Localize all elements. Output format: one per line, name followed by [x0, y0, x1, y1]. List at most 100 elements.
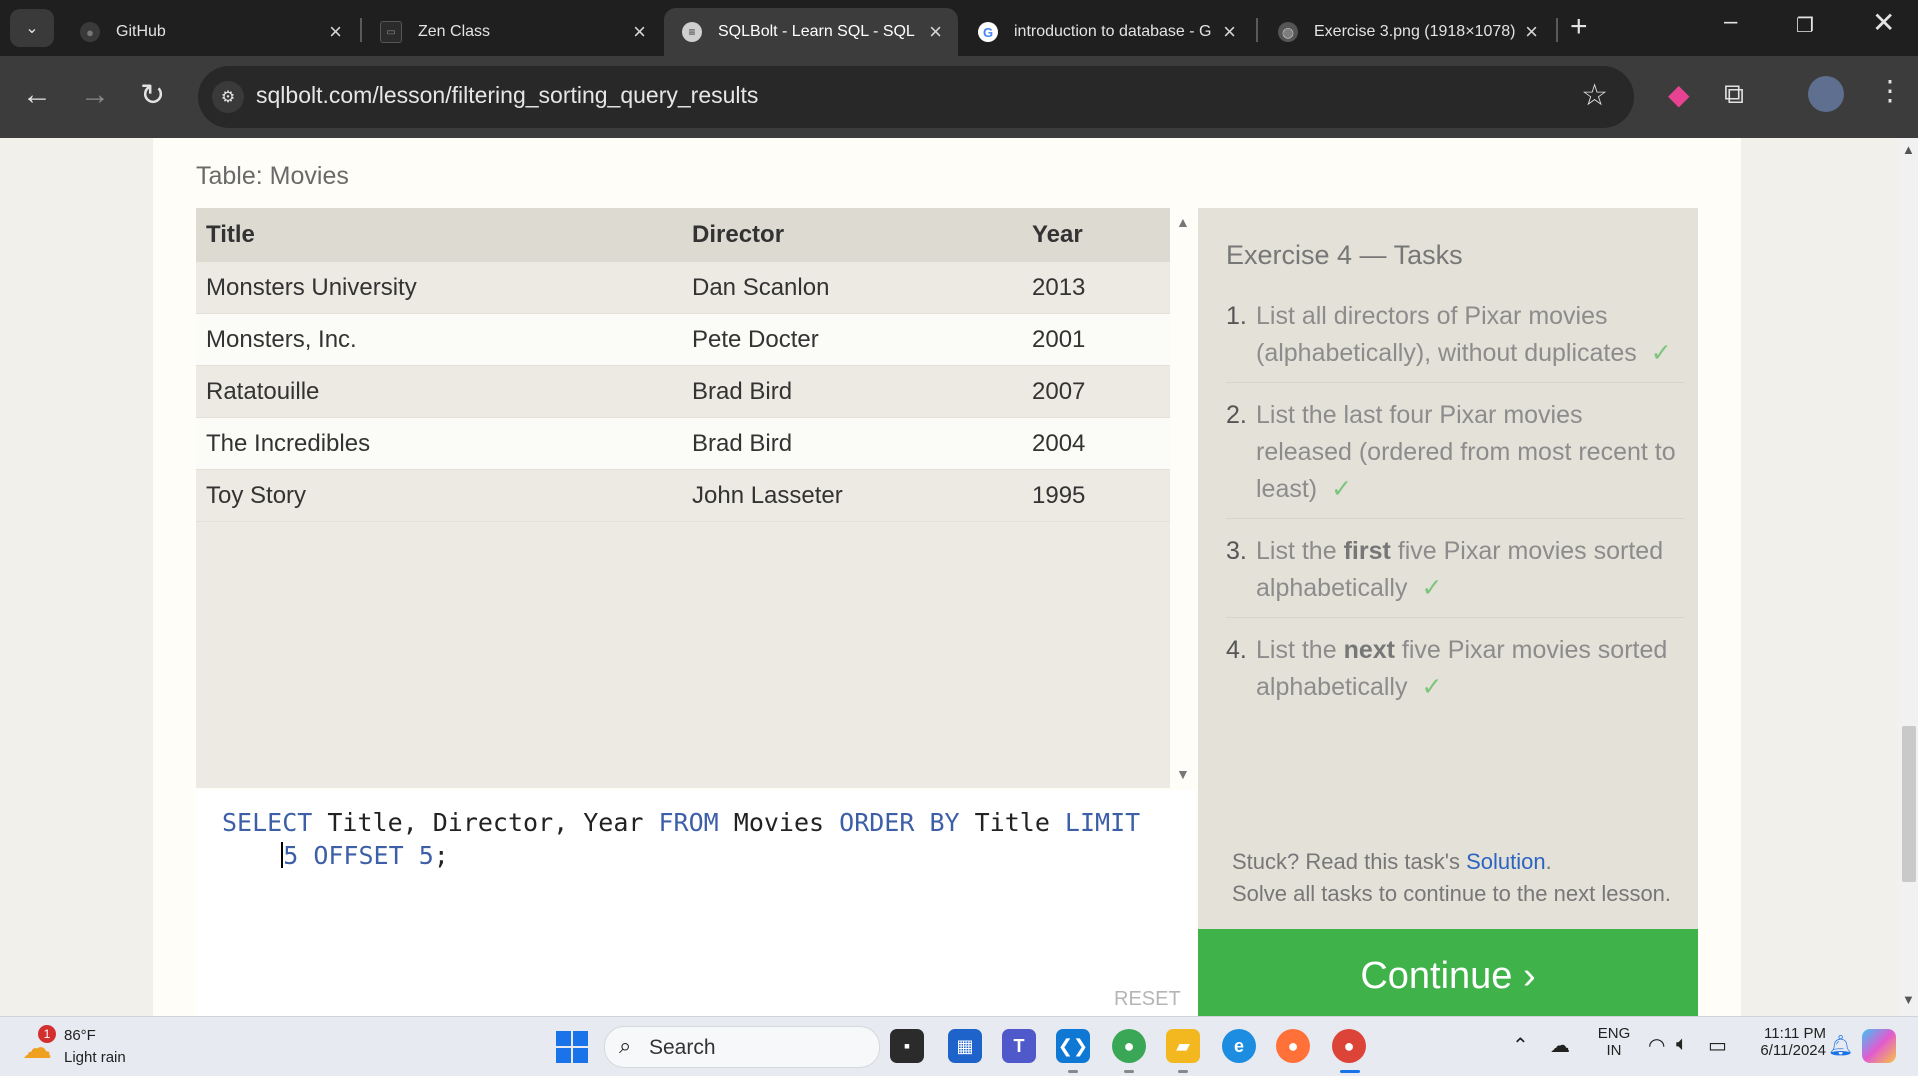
page-scrollbar[interactable]: ▲ ▼	[1898, 138, 1918, 1016]
tab-search-button[interactable]: ⌄	[10, 9, 54, 47]
close-icon[interactable]: ×	[329, 19, 342, 45]
cell-year: 2013	[1022, 262, 1170, 314]
close-icon[interactable]: ×	[1525, 19, 1538, 45]
weather-notification-badge: 1	[38, 1025, 56, 1043]
scroll-down-icon[interactable]: ▼	[1902, 992, 1915, 1007]
movies-table: Title Director Year Monsters University …	[196, 208, 1170, 522]
close-icon[interactable]: ×	[929, 19, 942, 45]
stuck-suffix: .	[1545, 849, 1552, 874]
sql-keyword: SELECT	[222, 808, 313, 837]
table-scroll-up-icon[interactable]: ▲	[1176, 214, 1190, 230]
teams-icon[interactable]: T	[1002, 1029, 1036, 1063]
checkmark-icon: ✓	[1650, 339, 1672, 367]
weather-description[interactable]: Light rain	[64, 1049, 126, 1066]
running-indicator	[1124, 1070, 1134, 1073]
microsoft-store-icon[interactable]: ▦	[948, 1029, 982, 1063]
continue-button[interactable]: Continue ›	[1198, 929, 1698, 1016]
globe-icon: ◍	[1278, 22, 1298, 42]
search-icon: ⌕	[619, 1033, 632, 1058]
window-close-icon[interactable]: ✕	[1872, 6, 1895, 39]
close-icon[interactable]: ×	[1223, 19, 1236, 45]
tab-google-search[interactable]: G introduction to database - G ×	[960, 8, 1252, 56]
sql-editor[interactable]: SELECT Title, Director, Year FROM Movies…	[196, 790, 1196, 1016]
file-explorer-icon[interactable]: ▰	[1166, 1029, 1200, 1063]
column-header-year: Year	[1022, 208, 1170, 262]
edge-icon[interactable]: e	[1222, 1029, 1256, 1063]
system-clock[interactable]: 11:11 PM 6/11/2024	[1738, 1025, 1826, 1059]
cell-director: Pete Docter	[682, 313, 1022, 366]
onedrive-cloud-icon[interactable]: ☁	[1550, 1033, 1570, 1058]
reset-button[interactable]: RESET	[1114, 988, 1181, 1011]
notification-bell-icon[interactable]: 🔔︎	[1828, 1033, 1853, 1058]
zen-class-icon: ▭	[380, 21, 402, 43]
cell-director: Brad Bird	[682, 417, 1022, 470]
battery-icon[interactable]: ▭	[1708, 1033, 1727, 1058]
wifi-icon[interactable]: ◠	[1648, 1033, 1665, 1058]
forward-arrow-icon[interactable]: →	[80, 78, 110, 112]
tab-github[interactable]: ● GitHub ×	[62, 8, 358, 56]
checkmark-icon: ✓	[1331, 475, 1353, 503]
task-item: 2. List the last four Pixar movies relea…	[1226, 397, 1684, 519]
tab-exercise-image[interactable]: ◍ Exercise 3.png (1918×1078) ×	[1260, 8, 1554, 56]
task-text-part: List all directors of Pixar movies (alph…	[1256, 302, 1637, 367]
tab-label: introduction to database - G	[1014, 23, 1212, 40]
profile-avatar[interactable]	[1808, 76, 1844, 112]
task-text-part: List the last four Pixar movies released…	[1256, 401, 1676, 503]
vscode-icon[interactable]: ❮❯	[1056, 1029, 1090, 1063]
taskbar-search-box[interactable]: ⌕ Search	[604, 1026, 880, 1068]
table-scroll-down-icon[interactable]: ▼	[1176, 766, 1190, 782]
address-bar[interactable]: ⚙ sqlbolt.com/lesson/filtering_sorting_q…	[198, 66, 1634, 128]
weather-temperature[interactable]: 86°F	[64, 1027, 96, 1044]
tab-label: SQLBolt - Learn SQL - SQL L	[718, 23, 920, 40]
url-text[interactable]: sqlbolt.com/lesson/filtering_sorting_que…	[256, 82, 758, 109]
copilot-icon[interactable]	[1862, 1029, 1896, 1063]
chevron-up-icon[interactable]: ⌃	[1512, 1033, 1529, 1058]
scrollbar-thumb[interactable]	[1902, 726, 1916, 882]
close-icon[interactable]: ×	[633, 19, 646, 45]
github-icon: ●	[80, 22, 100, 42]
bookmark-star-icon[interactable]: ☆	[1581, 78, 1608, 113]
tab-label: Zen Class	[418, 23, 491, 40]
sql-query-text[interactable]: SELECT Title, Director, Year FROM Movies…	[222, 806, 1140, 872]
volume-icon[interactable]: 🔈︎	[1676, 1033, 1688, 1056]
reload-icon[interactable]: ↻	[140, 78, 165, 113]
sql-terminator: ;	[433, 841, 449, 870]
minimize-icon[interactable]: –	[1724, 8, 1737, 36]
sql-order-column: Title	[959, 808, 1065, 837]
tab-sqlbolt[interactable]: ≡ SQLBolt - Learn SQL - SQL L ×	[664, 8, 958, 56]
google-icon: G	[978, 22, 998, 42]
chrome-icon[interactable]: ●	[1332, 1029, 1366, 1063]
tab-zen-class[interactable]: ▭ Zen Class ×	[362, 8, 662, 56]
color-extension-icon[interactable]: ◆	[1668, 78, 1690, 111]
task-number: 1.	[1226, 302, 1247, 330]
task-number: 2.	[1226, 401, 1247, 429]
task-text-part: List the	[1256, 537, 1344, 565]
chrome-profile-icon[interactable]: ●	[1112, 1029, 1146, 1063]
language-indicator[interactable]: ENG IN	[1594, 1025, 1634, 1059]
windows-taskbar: ☁ 1 86°F Light rain ⌕ Search ▪ ▦ T ❮❯ ● …	[0, 1016, 1918, 1076]
windows-start-icon[interactable]	[556, 1031, 588, 1063]
database-icon: ≡	[682, 22, 702, 42]
task-text-part: List the	[1256, 636, 1344, 664]
task-item: 4. List the next five Pixar movies sorte…	[1226, 632, 1684, 716]
more-menu-icon[interactable]: ⋮	[1876, 74, 1904, 107]
checkmark-icon: ✓	[1421, 673, 1443, 701]
table-row: Toy Story John Lasseter 1995	[196, 469, 1170, 522]
cell-title: Toy Story	[196, 469, 682, 522]
movies-table-panel: Title Director Year Monsters University …	[196, 208, 1170, 788]
table-row: Monsters University Dan Scanlon 2013	[196, 262, 1170, 314]
solution-link[interactable]: Solution	[1466, 849, 1546, 874]
cell-year: 2001	[1022, 313, 1170, 366]
restore-icon[interactable]: ❐	[1796, 13, 1814, 38]
task-emphasis: first	[1343, 537, 1391, 565]
site-info-icon[interactable]: ⚙	[212, 81, 244, 113]
chevron-down-icon: ⌄	[25, 20, 39, 37]
new-tab-plus-icon[interactable]: +	[1570, 10, 1588, 44]
firefox-icon[interactable]: ●	[1276, 1029, 1310, 1063]
task-view-icon[interactable]: ▪	[890, 1029, 924, 1063]
extensions-puzzle-icon[interactable]: ⧉	[1724, 78, 1744, 111]
back-arrow-icon[interactable]: ←	[22, 78, 52, 112]
exercise-tasks-panel: Exercise 4 — Tasks 1. List all directors…	[1198, 208, 1698, 788]
scroll-up-icon[interactable]: ▲	[1902, 142, 1915, 157]
task-text: List all directors of Pixar movies (alph…	[1256, 298, 1684, 372]
